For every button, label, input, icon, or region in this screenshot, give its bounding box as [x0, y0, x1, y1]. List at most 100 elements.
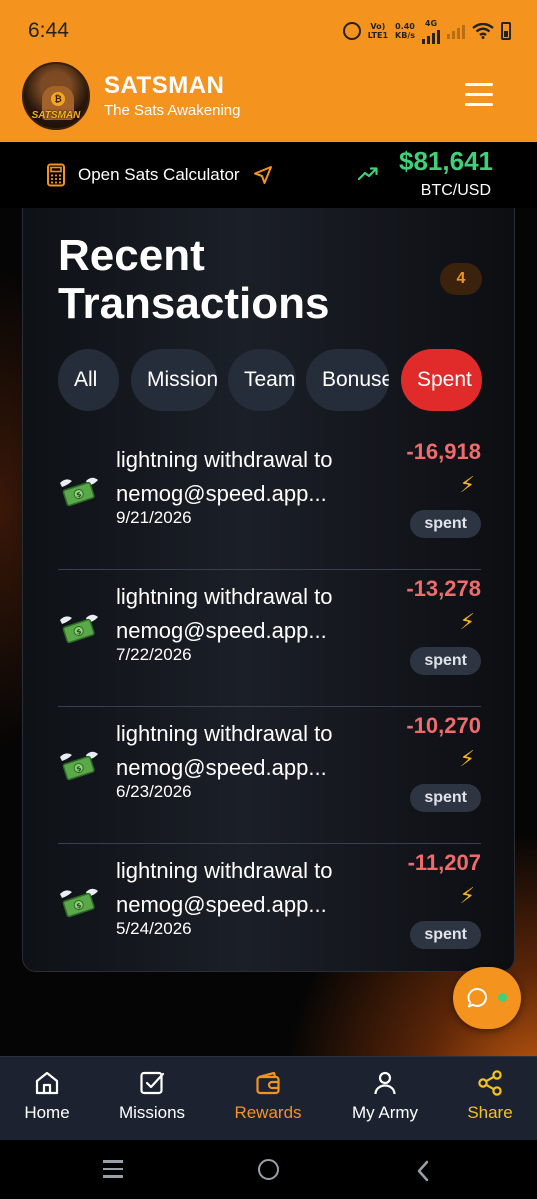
network-speed-unit: KB/s	[395, 31, 415, 40]
battery-icon	[501, 22, 511, 40]
bitcoin-coin-icon: ₿	[51, 92, 65, 106]
nav-rewards[interactable]: Rewards	[226, 1069, 310, 1135]
money-with-wings-icon: $	[60, 751, 98, 781]
network-type-indicator: 4G	[422, 19, 440, 44]
money-with-wings-icon: $	[60, 888, 98, 918]
network-type: 4G	[424, 18, 438, 28]
status-badge: spent	[410, 784, 481, 812]
transaction-date: 9/21/2026	[116, 508, 192, 527]
transaction-amount: -10,270	[406, 713, 481, 738]
share-icon	[478, 1070, 502, 1096]
home-button[interactable]	[258, 1159, 279, 1180]
nav-share[interactable]: Share	[460, 1069, 520, 1135]
transaction-description: lightning withdrawal to nemog@speed.app.…	[116, 580, 386, 648]
transaction-amount: -16,918	[406, 439, 481, 464]
transaction-description-line1: lightning withdrawal to	[116, 584, 333, 609]
card-title: Recent Transactions	[58, 231, 330, 328]
btc-price: $81,641	[399, 146, 493, 176]
filter-tabs[interactable]: All Missions Team Bonuses Spent	[58, 349, 482, 411]
price-bar: Open Sats Calculator $81,641 BTC/USD	[0, 142, 537, 208]
nav-label: Missions	[118, 1103, 186, 1122]
transaction-row[interactable]: $ lightning withdrawal to nemog@speed.ap…	[58, 844, 481, 971]
status-badge: spent	[410, 647, 481, 675]
hamburger-line	[465, 93, 493, 96]
wallet-icon	[256, 1071, 280, 1095]
back-button[interactable]	[416, 1160, 430, 1182]
transaction-description-line2: nemog@speed.app...	[116, 481, 327, 506]
nav-label: Share	[467, 1103, 513, 1122]
online-indicator	[498, 993, 507, 1002]
bottom-navigation: Home Missions Rewards My Army Share	[0, 1056, 537, 1140]
trending-up-icon	[357, 167, 378, 181]
checkbox-icon	[140, 1071, 165, 1095]
money-with-wings-icon: $	[60, 614, 98, 644]
alarm-icon	[342, 22, 361, 40]
status-badge: spent	[410, 510, 481, 538]
calculator-label: Open Sats Calculator	[78, 165, 240, 184]
network-speed-value: 0.40	[395, 22, 415, 31]
signal-bars-icon	[422, 28, 440, 44]
transaction-date: 6/23/2026	[116, 782, 192, 801]
transaction-description-line1: lightning withdrawal to	[116, 858, 333, 883]
hamburger-line	[465, 103, 493, 106]
signal-bars-sim2-icon	[447, 23, 465, 39]
app-header: ₿ SATSMAN SATSMAN The Sats Awakening	[0, 48, 537, 142]
satsman-logo[interactable]: ₿ SATSMAN	[22, 62, 90, 130]
nav-label: Rewards	[234, 1103, 302, 1122]
status-icons: Vo) LTE1 0.40 KB/s 4G	[342, 18, 511, 44]
transaction-row[interactable]: $ lightning withdrawal to nemog@speed.ap…	[58, 570, 481, 707]
lightning-bolt-icon: ⚡	[459, 746, 475, 771]
hamburger-line	[465, 83, 493, 86]
transaction-description-line1: lightning withdrawal to	[116, 447, 333, 472]
recents-button[interactable]	[103, 1160, 123, 1183]
status-badge: spent	[410, 921, 481, 949]
transaction-amount: -11,207	[407, 850, 481, 875]
transaction-date: 7/22/2026	[116, 645, 192, 664]
hamburger-menu-button[interactable]	[465, 83, 493, 107]
app-subtitle: The Sats Awakening	[104, 102, 241, 119]
transaction-description: lightning withdrawal to nemog@speed.app.…	[116, 854, 386, 922]
recent-transactions-card: Recent Transactions 4 All Missions Team …	[22, 208, 515, 972]
transaction-description-line2: nemog@speed.app...	[116, 618, 327, 643]
filter-missions[interactable]: Missions	[131, 349, 217, 411]
transaction-row[interactable]: $ lightning withdrawal to nemog@speed.ap…	[58, 707, 481, 844]
chat-button[interactable]	[453, 967, 521, 1029]
money-with-wings-icon: $	[60, 477, 98, 507]
home-icon	[35, 1071, 59, 1095]
filter-spent[interactable]: Spent	[401, 349, 482, 411]
network-label-bottom: LTE1	[367, 31, 389, 40]
transaction-description-line1: lightning withdrawal to	[116, 721, 333, 746]
nav-missions[interactable]: Missions	[108, 1069, 196, 1135]
app-title: SATSMAN	[104, 72, 225, 99]
system-navigation-bar	[0, 1140, 537, 1199]
filter-all[interactable]: All	[58, 349, 119, 411]
status-time: 6:44	[28, 19, 69, 42]
cursor-pointer-icon	[253, 166, 272, 184]
logo-brand-text: SATSMAN	[31, 110, 81, 121]
nav-label: My Army	[351, 1103, 419, 1122]
transaction-description: lightning withdrawal to nemog@speed.app.…	[116, 717, 386, 785]
transaction-row[interactable]: $ lightning withdrawal to nemog@speed.ap…	[58, 433, 481, 570]
nav-home[interactable]: Home	[15, 1069, 79, 1135]
transaction-description: lightning withdrawal to nemog@speed.app.…	[116, 443, 386, 511]
price-pair-label: BTC/USD	[420, 182, 491, 199]
transaction-description-line2: nemog@speed.app...	[116, 892, 327, 917]
filter-bonuses[interactable]: Bonuses	[306, 349, 389, 411]
nav-my-army[interactable]: My Army	[340, 1069, 430, 1135]
open-calculator-button[interactable]: Open Sats Calculator	[46, 162, 274, 188]
filter-team[interactable]: Team	[228, 349, 296, 411]
network-speed: 0.40 KB/s	[395, 22, 415, 40]
chat-bubble-icon	[467, 988, 487, 1008]
transaction-amount: -13,278	[406, 576, 481, 601]
lightning-bolt-icon: ⚡	[459, 883, 475, 908]
lightning-bolt-icon: ⚡	[459, 472, 475, 497]
user-icon	[374, 1071, 396, 1095]
calculator-icon	[47, 163, 65, 187]
volte-indicator: Vo) LTE1	[368, 22, 388, 40]
status-bar: 6:44 Vo) LTE1 0.40 KB/s 4G	[0, 0, 537, 48]
transaction-date: 5/24/2026	[116, 919, 192, 938]
nav-label: Home	[24, 1103, 70, 1122]
lightning-bolt-icon: ⚡	[459, 609, 475, 634]
transaction-description-line2: nemog@speed.app...	[116, 755, 327, 780]
network-label-top: Vo)	[370, 22, 386, 31]
